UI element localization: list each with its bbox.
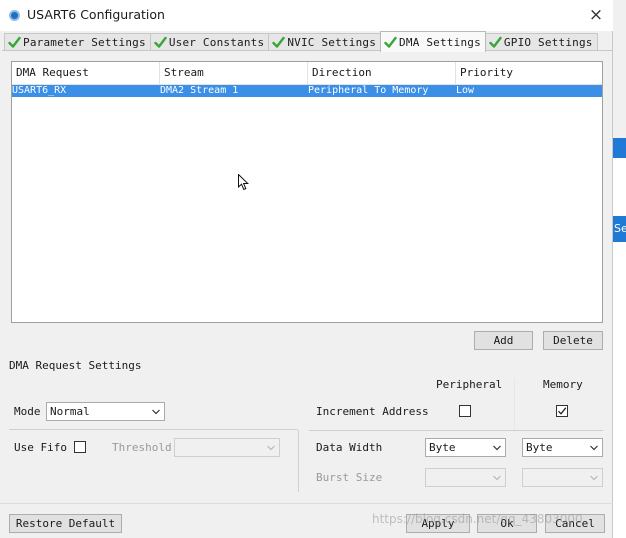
add-button[interactable]: Add [474,331,533,350]
tab-nvic-settings[interactable]: NVIC Settings [268,33,382,51]
increment-memory-checkbox[interactable] [556,405,568,417]
tab-bar: Parameter Settings User Constants NVIC S… [4,31,598,52]
data-width-memory-select[interactable]: Byte [522,438,603,457]
use-fifo-label: Use Fifo [14,441,67,454]
mouse-cursor-icon [238,174,249,191]
tab-label: NVIC Settings [287,36,377,49]
background-window-button-label: Se [614,222,626,235]
burst-size-peripheral-select[interactable] [425,468,506,487]
green-check-icon [272,36,286,48]
chevron-down-icon [493,445,501,451]
background-window-button[interactable]: Se [612,216,626,242]
tab-label: User Constants [168,36,265,49]
increment-peripheral-checkbox[interactable] [459,405,471,417]
column-header-priority[interactable]: Priority [456,62,602,84]
tab-user-constants[interactable]: User Constants [149,33,270,51]
chevron-down-icon [152,409,160,415]
chevron-down-icon [590,445,598,451]
dma-request-settings-label: DMA Request Settings [9,359,142,372]
tab-gpio-settings[interactable]: GPIO Settings [484,33,598,51]
tab-label: Parameter Settings [23,36,146,49]
group-separator [298,430,299,492]
increment-address-label: Increment Address [316,405,429,418]
cell-priority: Low [456,85,475,96]
table-row[interactable]: USART6_RX DMA2 Stream 1 Peripheral To Me… [12,85,602,97]
usart6-configuration-dialog: USART6 Configuration × Parameter Setting… [0,0,613,538]
footer-divider [0,503,613,504]
data-width-peripheral-value: Byte [429,441,456,454]
app-icon [9,10,20,21]
tab-label: GPIO Settings [503,36,593,49]
column-separator [514,378,515,430]
column-header-direction[interactable]: Direction [308,62,456,84]
divider [309,430,603,431]
cell-dma-request: USART6_RX [12,85,67,96]
use-fifo-checkbox[interactable] [74,441,86,453]
burst-size-label: Burst Size [316,471,383,484]
green-check-icon [489,36,502,48]
peripheral-header: Peripheral [436,378,503,391]
check-icon [558,407,567,415]
title-bar[interactable]: USART6 Configuration × [0,0,613,31]
mode-select-value: Normal [50,405,90,418]
background-window [612,158,626,538]
watermark: https://blog.csdn.net/qq_43803000 [372,512,583,526]
column-header-stream[interactable]: Stream [160,62,308,84]
chevron-down-icon [590,475,598,481]
mode-label: Mode [14,405,41,418]
chevron-down-icon [267,445,275,451]
data-width-label: Data Width [316,441,383,454]
cell-stream: DMA2 Stream 1 [160,85,239,96]
memory-header: Memory [543,378,583,391]
tab-dma-settings[interactable]: DMA Settings [380,31,486,52]
window-title: USART6 Configuration [27,7,165,22]
restore-default-button[interactable]: Restore Default [9,514,122,533]
close-icon[interactable]: × [583,3,609,27]
threshold-label: Threshold [112,441,172,454]
data-width-peripheral-select[interactable]: Byte [425,438,506,457]
burst-size-memory-select[interactable] [522,468,603,487]
chevron-down-icon [493,475,501,481]
dma-request-table[interactable]: DMA Request Stream Direction Priority US… [11,61,603,323]
tab-panel-border [2,50,613,51]
green-check-icon [8,36,21,48]
table-header: DMA Request Stream Direction Priority [12,62,602,85]
data-width-memory-value: Byte [526,441,553,454]
tab-parameter-settings[interactable]: Parameter Settings [4,33,151,51]
delete-button[interactable]: Delete [543,331,603,350]
background-window-bar [612,138,626,158]
cell-direction: Peripheral To Memory [308,85,429,96]
tab-label: DMA Settings [399,35,481,49]
column-header-dma-request[interactable]: DMA Request [12,62,160,84]
green-check-icon [384,36,397,48]
green-check-icon [154,36,167,48]
threshold-select[interactable] [174,438,280,457]
divider [9,429,298,430]
mode-select[interactable]: Normal [46,402,165,421]
